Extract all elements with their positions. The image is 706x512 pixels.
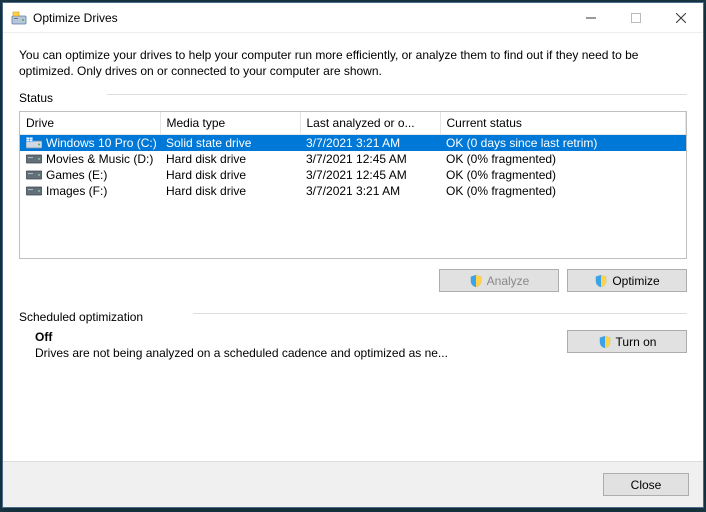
drive-icon [26,169,42,181]
maximize-button[interactable] [613,3,658,32]
turn-on-button[interactable]: Turn on [567,330,687,353]
table-header-row: Drive Media type Last analyzed or o... C… [20,112,686,135]
window-controls [568,3,703,32]
shield-icon [594,274,608,288]
current-status: OK (0% fragmented) [440,167,686,183]
drive-icon [26,153,42,165]
table-row[interactable]: Images (F:) Hard disk drive3/7/2021 3:21 … [20,183,686,199]
last-analyzed: 3/7/2021 12:45 AM [300,151,440,167]
last-analyzed: 3/7/2021 3:21 AM [300,183,440,199]
table-row[interactable]: Games (E:) Hard disk drive3/7/2021 12:45 … [20,167,686,183]
intro-text: You can optimize your drives to help you… [19,47,687,79]
drive-name: Windows 10 Pro (C:) [46,136,157,150]
optimize-button[interactable]: Optimize [567,269,687,292]
table-row[interactable]: Movies & Music (D:) Hard disk drive3/7/20… [20,151,686,167]
media-type: Hard disk drive [160,183,300,199]
analyze-button[interactable]: Analyze [439,269,559,292]
status-section-label: Status [19,91,63,105]
drive-name: Images (F:) [46,184,107,198]
col-current[interactable]: Current status [440,112,686,135]
table-row[interactable]: Windows 10 Pro (C:)Solid state drive3/7/… [20,135,686,152]
col-analyzed[interactable]: Last analyzed or o... [300,112,440,135]
drive-icon [26,185,42,197]
media-type: Hard disk drive [160,167,300,183]
schedule-section-label: Scheduled optimization [19,310,143,324]
app-icon [11,10,27,26]
dialog-footer: Close [3,461,703,507]
divider [193,313,687,314]
last-analyzed: 3/7/2021 12:45 AM [300,167,440,183]
current-status: OK (0% fragmented) [440,151,686,167]
divider [107,94,687,95]
current-status: OK (0% fragmented) [440,183,686,199]
optimize-drives-window: Optimize Drives You can optimize your dr… [2,2,704,508]
col-drive[interactable]: Drive [20,112,160,135]
drive-name: Movies & Music (D:) [46,152,153,166]
shield-icon [469,274,483,288]
media-type: Solid state drive [160,135,300,152]
turn-on-label: Turn on [616,335,657,349]
analyze-label: Analyze [487,274,530,288]
window-title: Optimize Drives [33,11,568,25]
drive-icon [26,137,42,149]
schedule-description: Drives are not being analyzed on a sched… [35,346,465,360]
close-button[interactable] [658,3,703,32]
drive-name: Games (E:) [46,168,107,182]
last-analyzed: 3/7/2021 3:21 AM [300,135,440,152]
close-label: Close [631,478,662,492]
titlebar: Optimize Drives [3,3,703,33]
shield-icon [598,335,612,349]
media-type: Hard disk drive [160,151,300,167]
schedule-state: Off [35,330,567,344]
col-media[interactable]: Media type [160,112,300,135]
close-dialog-button[interactable]: Close [603,473,689,496]
drives-table[interactable]: Drive Media type Last analyzed or o... C… [19,111,687,259]
optimize-label: Optimize [612,274,659,288]
current-status: OK (0 days since last retrim) [440,135,686,152]
minimize-button[interactable] [568,3,613,32]
